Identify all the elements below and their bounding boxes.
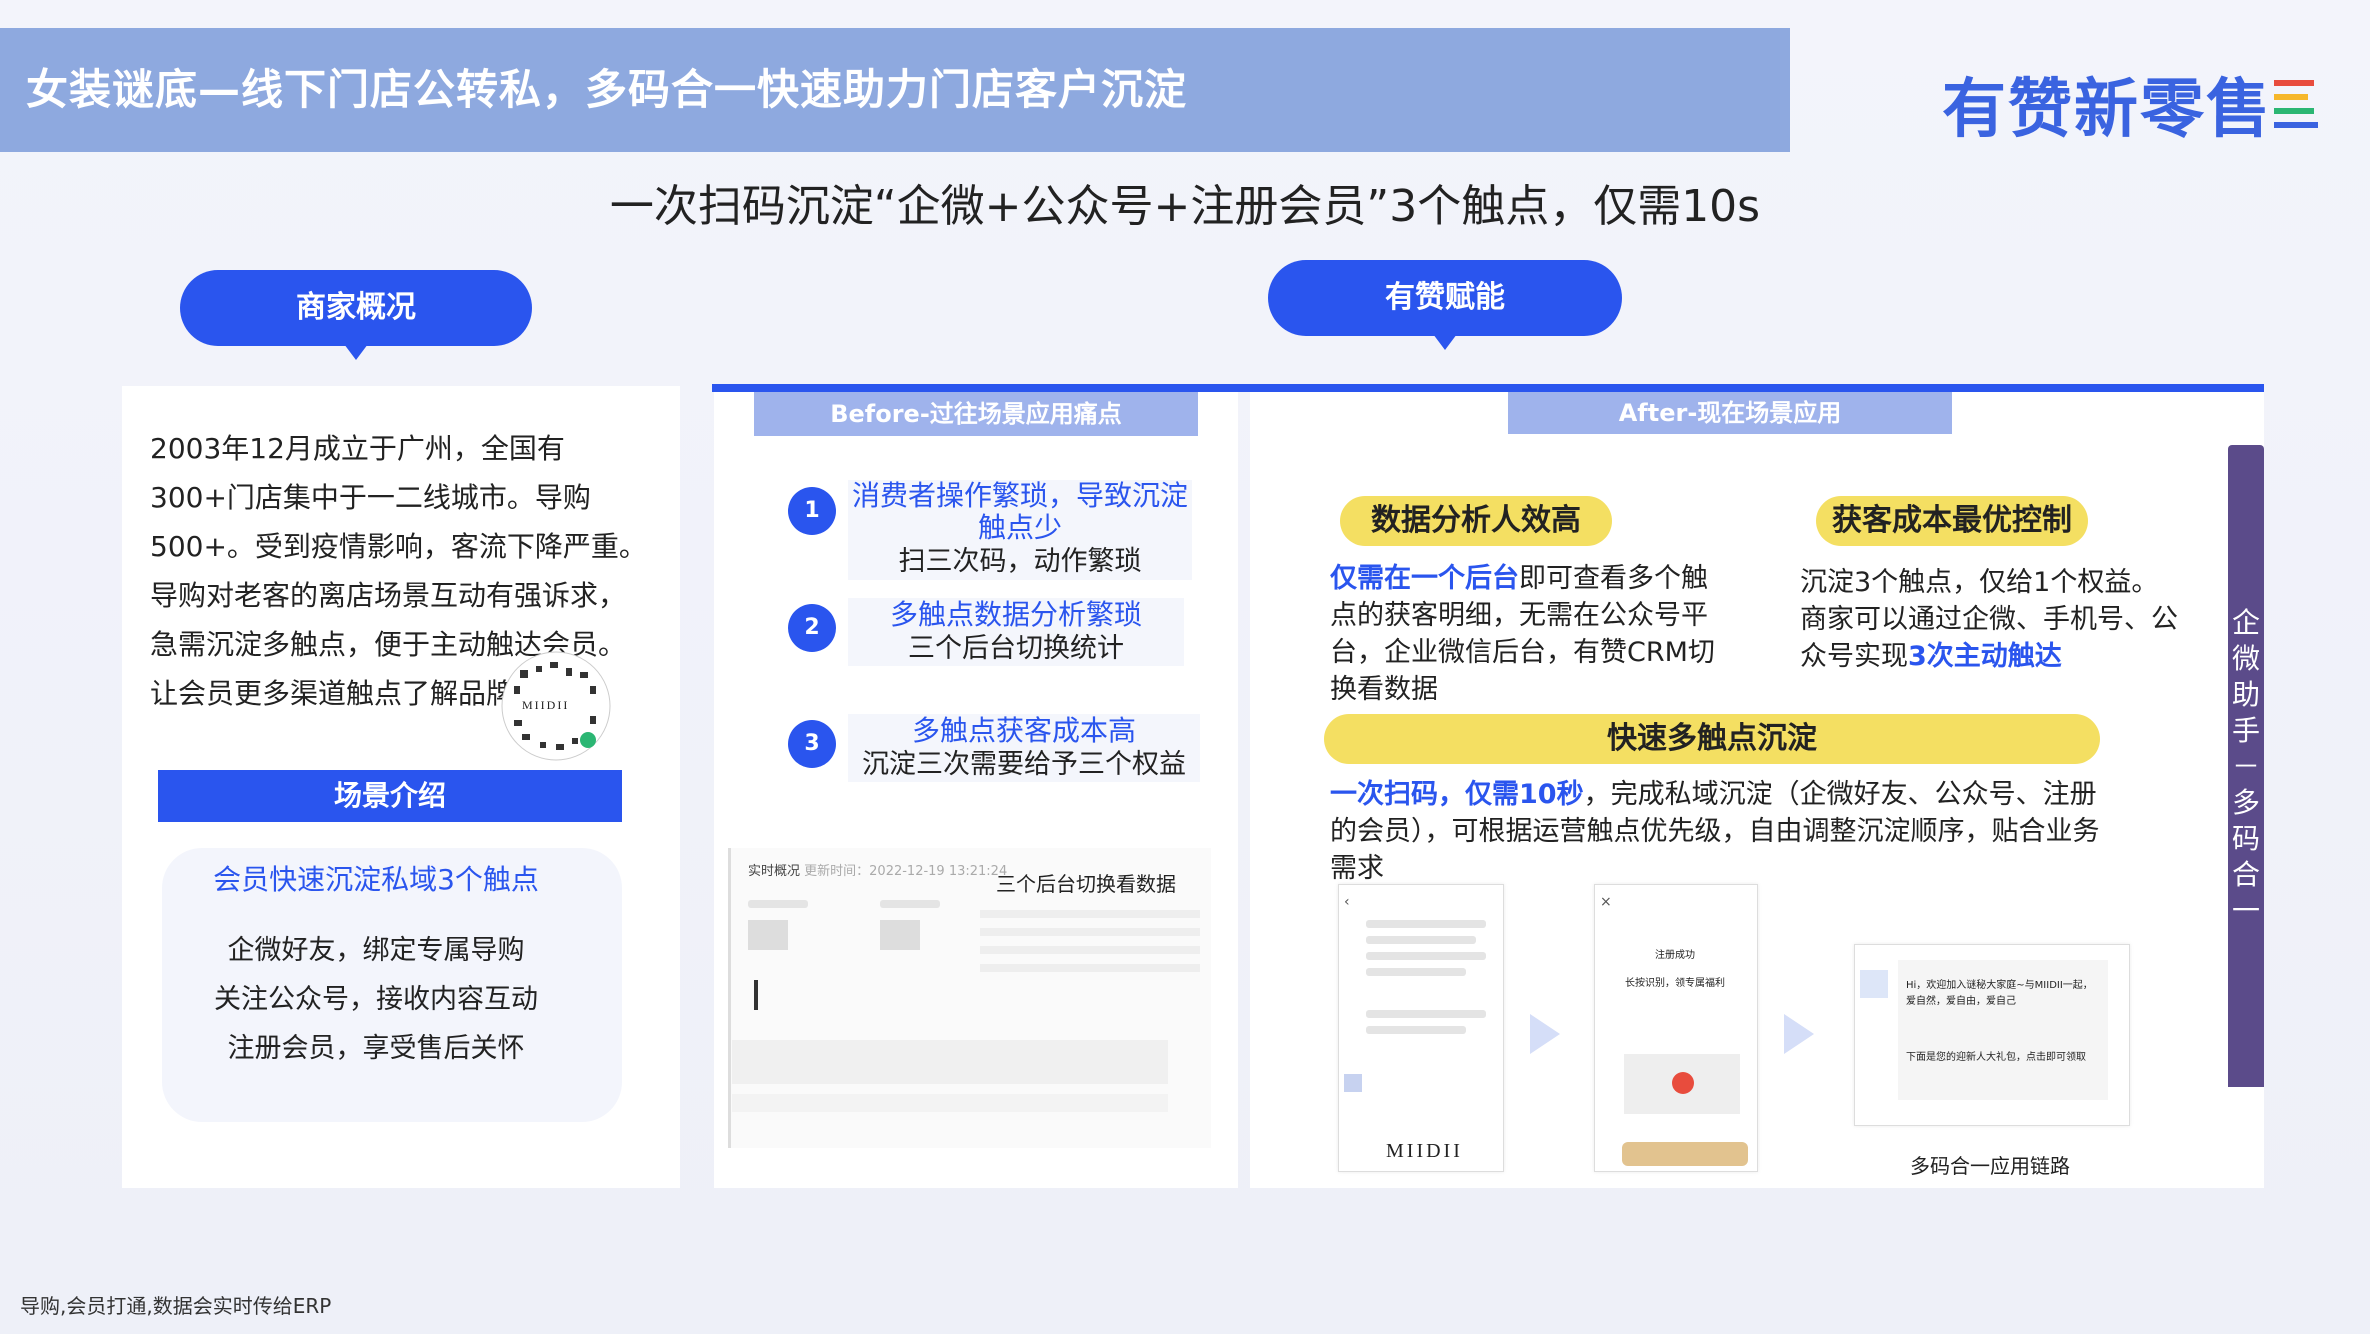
placeholder-table [980, 910, 1200, 980]
scene-item: 企微好友，绑定专属导购 [227, 935, 525, 966]
phone2-subtitle: 长按识别，领专属福利 [1625, 978, 1725, 989]
close-icon: × [1600, 894, 1612, 910]
pain-desc: 三个后台切换统计 [908, 633, 1124, 664]
scene-item: 注册会员，享受售后关怀 [227, 1033, 525, 1064]
step-number: 2 [788, 604, 836, 652]
before-tab: Before-过往场景应用痛点 [754, 392, 1198, 436]
placeholder-line [1366, 968, 1466, 976]
scene-item: 关注公众号，接收内容互动 [214, 984, 538, 1015]
data-efficiency-text: 仅需在一个后台即可查看多个触点的获客明细，无需在公众号平台，企业微信后台，有赞C… [1330, 563, 1715, 705]
side-label: 企微助手－多码合一 [2228, 445, 2264, 1087]
back-icon: ‹ [1344, 894, 1350, 910]
chat-text: Hi，欢迎加入谜秘大家庭~与MIIDII一起，爱自然，爱自由，爱自己 [1906, 980, 2093, 1007]
placeholder-block [748, 920, 788, 950]
placeholder-line [880, 900, 940, 908]
badge-icon [1672, 1072, 1694, 1094]
youzan-empower-pill: 有赞赋能 [1268, 260, 1622, 350]
subtitle: 一次扫码沉淀“企微+公众号+注册会员”3个触点，仅需10s [609, 181, 1761, 232]
placeholder-line [1366, 1026, 1466, 1034]
brand-logo: 有赞新零售 [1942, 58, 2272, 150]
flow-arrow-icon [1530, 1014, 1560, 1054]
placeholder-line [1366, 936, 1476, 944]
cost-control-label: 获客成本最优控制 [1816, 496, 2088, 546]
pain-desc: 沉淀三次需要给予三个权益 [862, 749, 1186, 780]
placeholder-block [880, 920, 920, 950]
chat-text-2: 下面是您的迎新人大礼包，点击即可领取 [1906, 1052, 2086, 1063]
phone-screen-2 [1594, 884, 1758, 1172]
step-number: 1 [788, 487, 836, 535]
placeholder-line [748, 900, 808, 908]
after-tab: After-现在场景应用 [1508, 392, 1952, 434]
fast-settle-label: 快速多触点沉淀 [1324, 714, 2100, 764]
phone-brand: MIIDII [1386, 1140, 1463, 1162]
pain-title: 消费者操作繁琐，导致沉淀触点少 [851, 479, 1188, 544]
cursor-mark [754, 980, 758, 1010]
logo-text: 有赞新零售 [1942, 73, 2272, 147]
follow-button[interactable] [1622, 1142, 1748, 1166]
scene-list: 企微好友，绑定专属导购 关注公众号，接收内容互动 注册会员，享受售后关怀 [162, 926, 590, 1073]
scene-title: 会员快速沉淀私域3个触点 [213, 863, 539, 896]
pain-item-2: 多触点数据分析繁琐 三个后台切换统计 [848, 598, 1184, 666]
pain-title: 多触点获客成本高 [911, 714, 1136, 747]
placeholder-line [1366, 952, 1486, 960]
divider-line [712, 384, 2264, 392]
pain-item-3: 多触点获客成本高 沉淀三次需要给予三个权益 [848, 714, 1200, 782]
step-number: 3 [788, 720, 836, 768]
placeholder-line [1366, 1010, 1486, 1018]
scene-intro-bar: 场景介绍 [158, 770, 622, 822]
flow-arrow-icon [1784, 1014, 1814, 1054]
dashboard-caption: 三个后台切换看数据 [996, 872, 1176, 896]
qr-brand: MIIDII [522, 698, 570, 712]
avatar [1860, 970, 1888, 998]
avatar [1344, 1074, 1362, 1092]
data-efficiency-label: 数据分析人效高 [1340, 496, 1612, 546]
dashboard-title: 实时概况 更新时间：2022-12-19 13:21:24 [748, 864, 1008, 879]
logo-bars-icon [2274, 80, 2318, 128]
page-title: 女装谜底—线下门店公转私，多码合一快速助力门店客户沉淀 [26, 65, 1188, 114]
placeholder-line [1366, 920, 1486, 928]
placeholder-row [732, 1094, 1168, 1112]
chain-caption: 多码合一应用链路 [1910, 1154, 2070, 1178]
pain-desc: 扫三次码，动作繁琐 [898, 546, 1142, 577]
phone2-title: 注册成功 [1655, 950, 1695, 961]
fast-settle-text: 一次扫码，仅需10秒，完成私域沉淀（企微好友、公众号、注册的会员），可根据运营触… [1330, 779, 2100, 884]
cost-control-text: 沉淀3个触点，仅给1个权益。商家可以通过企微、手机号、公众号实现3次主动触达 [1800, 567, 2178, 672]
pain-item-1: 消费者操作繁琐，导致沉淀触点少 扫三次码，动作繁琐 [848, 480, 1192, 580]
merchant-overview-pill: 商家概况 [180, 270, 532, 360]
footer-note: 导购,会员打通,数据会实时传给ERP [20, 1294, 332, 1318]
placeholder-row [732, 1040, 1168, 1084]
pain-title: 多触点数据分析繁琐 [889, 598, 1142, 631]
